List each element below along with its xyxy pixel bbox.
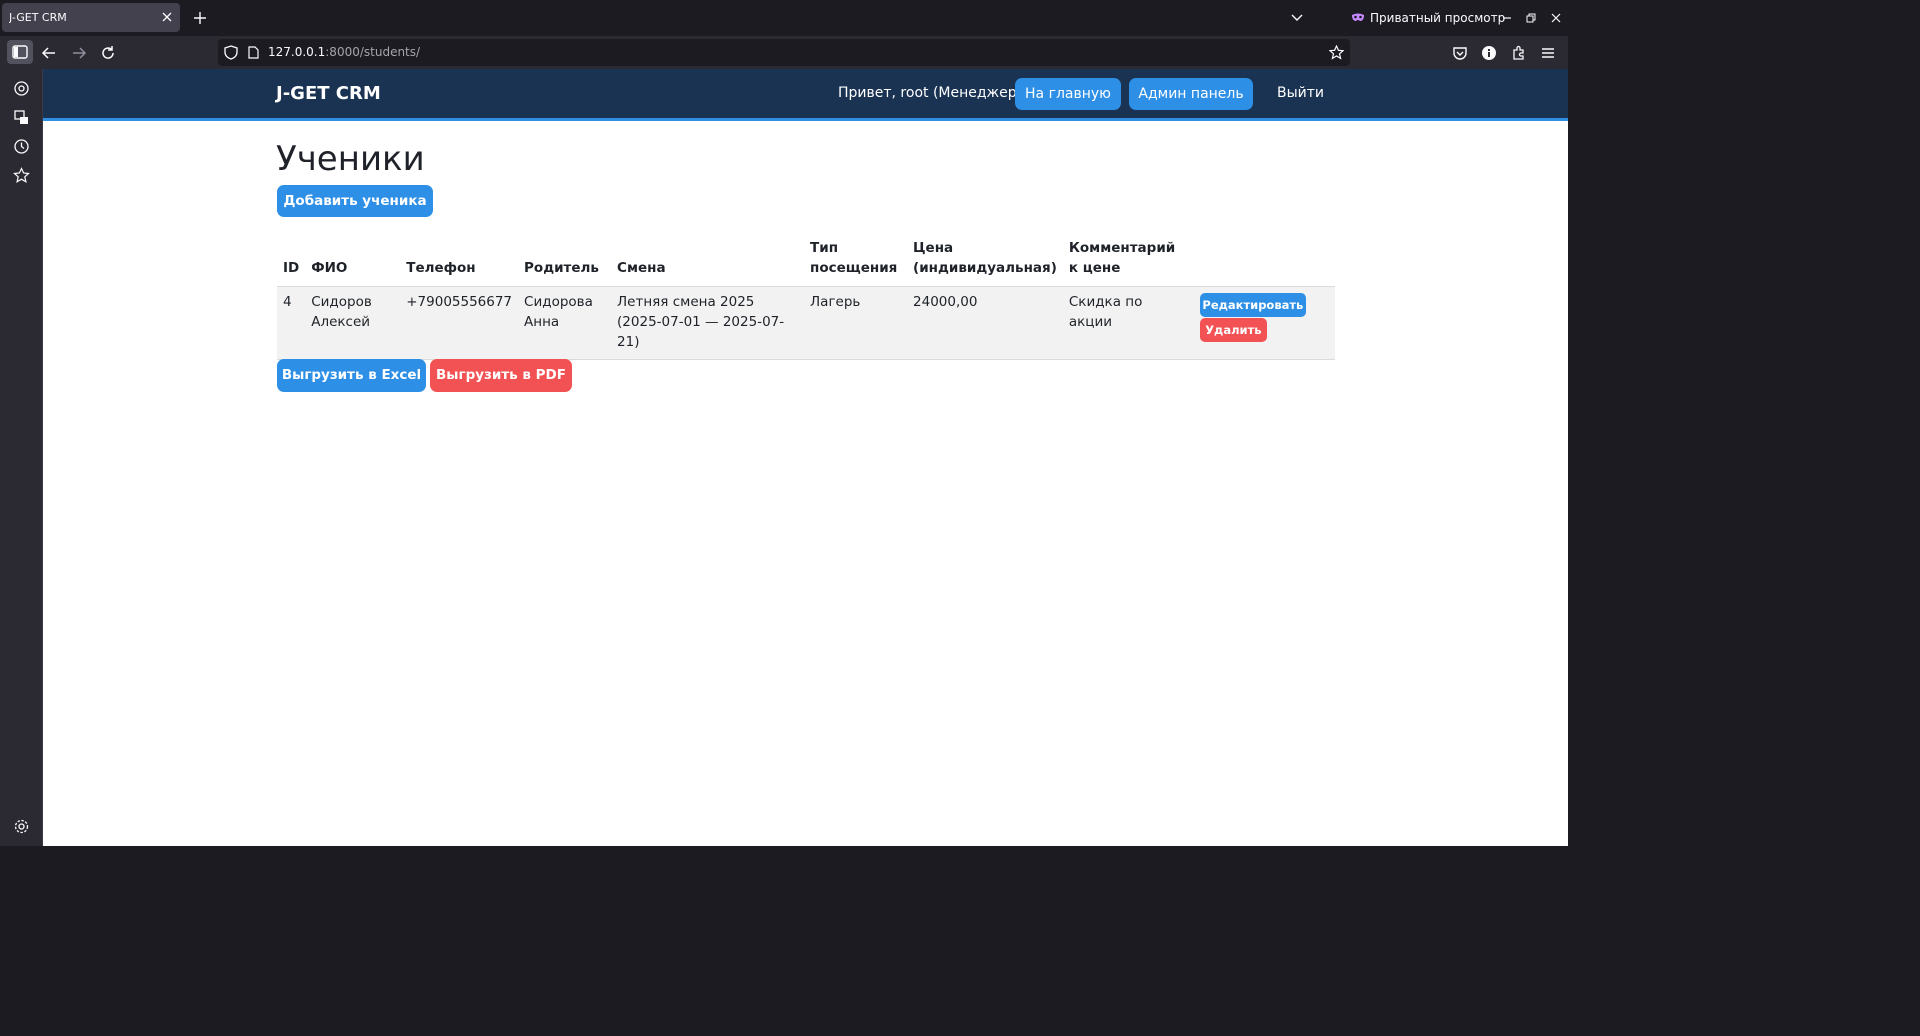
web-page: J-GET CRM Привет, root (Менеджер) На гла… xyxy=(43,69,1568,846)
column-header-name: ФИО xyxy=(305,235,401,287)
app-menu-icon[interactable] xyxy=(1539,44,1557,62)
column-header-shift: Смена xyxy=(611,235,805,287)
extensions-icon[interactable] xyxy=(1510,44,1528,62)
sidebar-toggle-button[interactable] xyxy=(7,40,33,64)
site-header: J-GET CRM Привет, root (Менеджер) На гла… xyxy=(43,69,1568,121)
logout-link[interactable]: Выйти xyxy=(1277,69,1324,118)
settings-gear-icon[interactable] xyxy=(13,818,30,835)
cell-parent: Сидорова Анна xyxy=(518,286,612,360)
pocket-icon[interactable] xyxy=(1451,44,1469,62)
column-header-price: Цена (индивидуальная) xyxy=(907,235,1063,287)
address-bar[interactable]: 127.0.0.1:8000/students/ xyxy=(218,39,1350,66)
private-mask-icon xyxy=(1352,13,1364,21)
sidebar-icon xyxy=(12,45,28,59)
delete-student-button[interactable]: Удалить xyxy=(1199,318,1267,342)
url-path: :8000/students/ xyxy=(325,45,421,59)
column-header-id: ID xyxy=(277,235,306,287)
table-header-row: ID ФИО Телефон Родитель Смена Тип посеще… xyxy=(277,235,1335,287)
column-header-parent: Родитель xyxy=(518,235,612,287)
edit-student-button[interactable]: Редактировать xyxy=(1199,293,1306,317)
column-header-price-comment: Комментарий к цене xyxy=(1062,235,1194,287)
page-title: Ученики xyxy=(276,139,425,179)
cell-actions: Редактировать Удалить xyxy=(1193,286,1335,360)
browser-toolbar: 127.0.0.1:8000/students/ xyxy=(0,36,1568,69)
user-greeting: Привет, root (Менеджер) xyxy=(838,85,1023,101)
restore-icon[interactable] xyxy=(1524,11,1538,25)
cell-price-comment: Скидка по акции xyxy=(1062,286,1194,360)
bookmark-star-icon[interactable] xyxy=(1329,45,1344,60)
column-header-visit-type: Тип посещения xyxy=(804,235,908,287)
add-student-button[interactable]: Добавить ученика xyxy=(277,185,433,217)
account-info-icon[interactable] xyxy=(1480,44,1498,62)
browser-sidebar xyxy=(0,69,43,846)
export-pdf-button[interactable]: Выгрузить в PDF xyxy=(430,359,572,392)
close-tab-icon[interactable] xyxy=(160,10,174,24)
cell-id: 4 xyxy=(277,286,306,360)
private-browsing-label: Приватный просмотр xyxy=(1370,11,1506,25)
minimize-icon[interactable] xyxy=(1500,11,1514,25)
admin-panel-button[interactable]: Админ панель xyxy=(1129,78,1253,110)
page-info-icon[interactable] xyxy=(248,46,259,59)
column-header-phone: Телефон xyxy=(400,235,519,287)
ai-chatbot-icon[interactable] xyxy=(13,80,30,97)
browser-tab-bar: J-GET CRM Приватный просмотр xyxy=(0,0,1568,36)
url-host: 127.0.0.1 xyxy=(268,45,326,59)
table-row: 4 Сидоров Алексей +79005556677 Сидорова … xyxy=(277,286,1335,360)
students-table: ID ФИО Телефон Родитель Смена Тип посеще… xyxy=(277,235,1335,360)
synced-tabs-icon[interactable] xyxy=(13,109,30,126)
history-icon[interactable] xyxy=(13,138,30,155)
tracking-shield-icon[interactable] xyxy=(224,45,238,60)
tab-list-chevron-icon[interactable] xyxy=(1290,12,1304,24)
back-arrow-icon[interactable] xyxy=(40,44,58,62)
cell-name: Сидоров Алексей xyxy=(305,286,401,360)
tab-title: J-GET CRM xyxy=(9,11,67,24)
cell-phone: +79005556677 xyxy=(400,286,519,360)
export-excel-button[interactable]: Выгрузить в Excel xyxy=(277,359,426,392)
bookmarks-star-icon[interactable] xyxy=(13,167,30,184)
close-window-icon[interactable] xyxy=(1549,11,1563,25)
new-tab-icon[interactable] xyxy=(192,10,208,26)
cell-price: 24000,00 xyxy=(907,286,1063,360)
url-text[interactable]: 127.0.0.1:8000/students/ xyxy=(268,39,420,66)
cell-visit-type: Лагерь xyxy=(804,286,908,360)
home-button[interactable]: На главную xyxy=(1015,78,1121,110)
site-logo[interactable]: J-GET CRM xyxy=(276,69,381,118)
forward-arrow-icon[interactable] xyxy=(70,44,88,62)
browser-tab[interactable]: J-GET CRM xyxy=(2,3,180,32)
column-header-actions xyxy=(1193,235,1335,287)
reload-icon[interactable] xyxy=(99,44,117,62)
cell-shift: Летняя смена 2025 (2025-07-01 — 2025-07-… xyxy=(611,286,805,360)
private-browsing-indicator: Приватный просмотр xyxy=(1351,8,1505,28)
